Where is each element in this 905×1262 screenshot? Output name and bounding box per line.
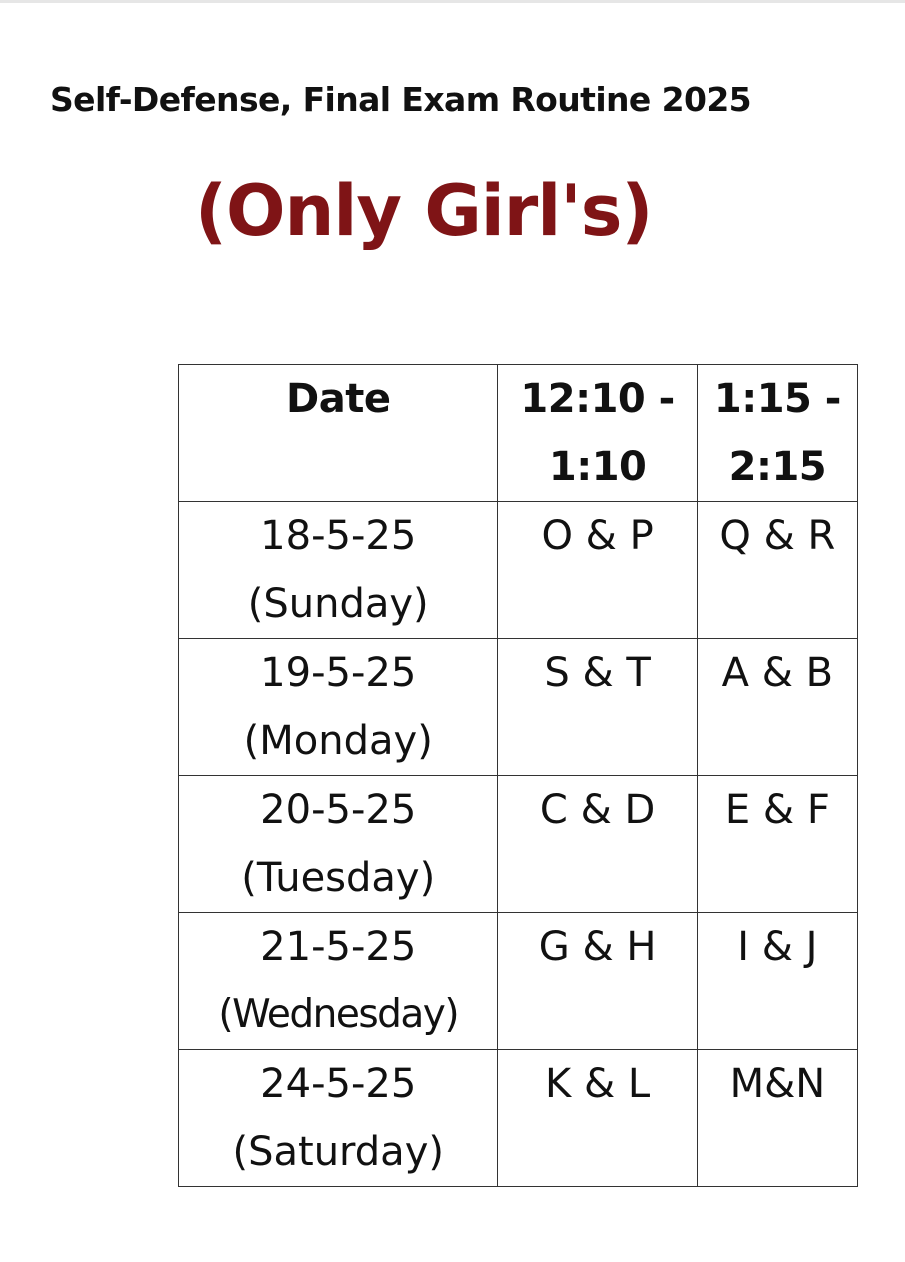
header-slot-1: 12:10 - 1:10 [497,364,698,502]
slot-2-cell: Q & R [696,501,859,639]
page-subtitle: (Only Girl's) [195,170,653,252]
top-border [0,0,905,3]
header-date: Date [177,364,499,502]
date-cell: 21-5-25 (Wednesday) [177,912,499,1050]
table-row: 21-5-25 (Wednesday) G & H I & J [177,912,859,1050]
date-cell: 24-5-25 (Saturday) [177,1049,499,1187]
table-row: 19-5-25 (Monday) S & T A & B [177,638,859,776]
slot-2-cell: E & F [696,775,859,913]
date-cell: 19-5-25 (Monday) [177,638,499,776]
date-cell: 18-5-25 (Sunday) [177,501,499,639]
slot-1-cell: C & D [497,775,698,913]
slot-2-cell: A & B [696,638,859,776]
slot-2-cell: I & J [696,912,859,1050]
table-row: 24-5-25 (Saturday) K & L M&N [177,1049,859,1187]
slot-1-cell: S & T [497,638,698,776]
table-row: 20-5-25 (Tuesday) C & D E & F [177,775,859,913]
slot-1-cell: G & H [497,912,698,1050]
slot-2-cell: M&N [696,1049,859,1187]
table-row: 18-5-25 (Sunday) O & P Q & R [177,501,859,639]
slot-1-cell: O & P [497,501,698,639]
table-header-row: Date 12:10 - 1:10 1:15 - 2:15 [177,364,859,502]
exam-routine-table: Date 12:10 - 1:10 1:15 - 2:15 18-5-25 (S… [177,364,859,1187]
slot-1-cell: K & L [497,1049,698,1187]
header-slot-2: 1:15 - 2:15 [696,364,859,502]
date-cell: 20-5-25 (Tuesday) [177,775,499,913]
page-title: Self-Defense, Final Exam Routine 2025 [50,80,752,119]
